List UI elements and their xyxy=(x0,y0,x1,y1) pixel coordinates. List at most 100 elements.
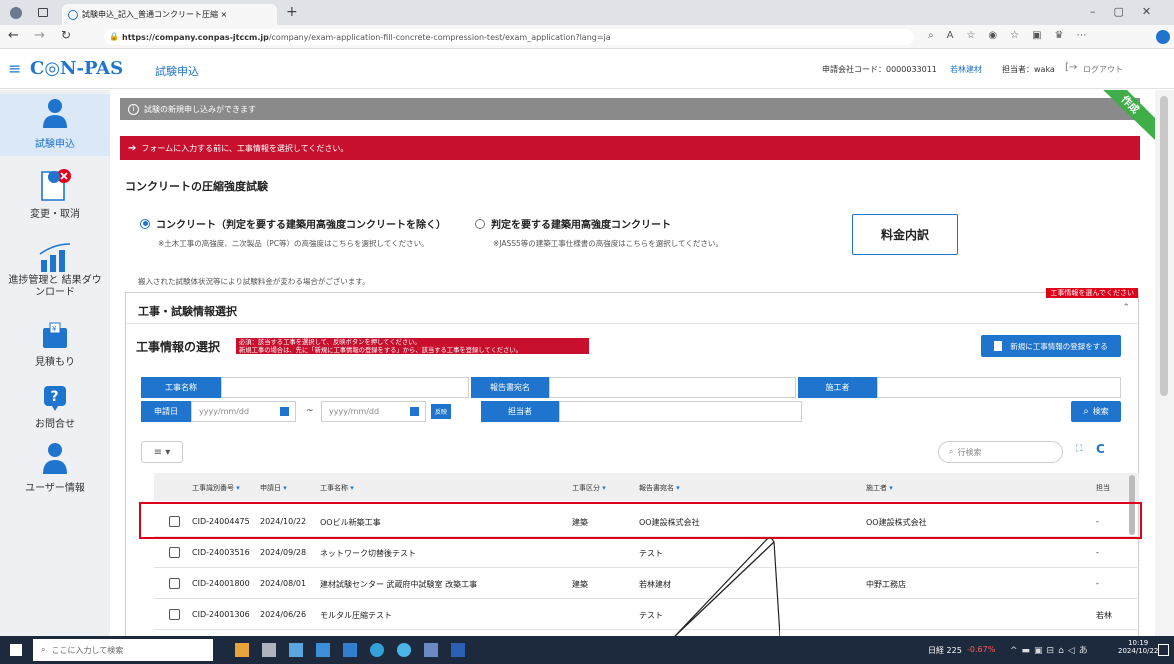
company-code: 申請会社コード：0000033011 xyxy=(822,65,937,74)
panel-title: 工事・試験情報選択 xyxy=(138,305,237,318)
logout-icon[interactable]: [→ xyxy=(1065,62,1077,73)
radio-option-concrete[interactable]: コンクリート（判定を要する建築用高強度コンクリートを除く） xyxy=(140,216,446,231)
file-explorer-icon[interactable] xyxy=(235,643,249,657)
radio-option-high-strength[interactable]: 判定を要する建築用高強度コンクリート xyxy=(475,216,671,231)
notification-icon[interactable] xyxy=(1158,644,1169,656)
app-header: ≡ C◎N-PAS 試験申込 申請会社コード：0000033011 若林建材 担… xyxy=(0,49,1174,89)
sidebar-item-label: ユーザー情報 xyxy=(25,483,85,494)
row-search-input[interactable]: ⌕ 行検索 xyxy=(938,441,1063,463)
sidebar-item-progress[interactable]: 進捗管理と 結果ダウンロード xyxy=(0,242,110,308)
info-icon: i xyxy=(128,103,139,115)
fee-breakdown-button[interactable]: 料金内訳 xyxy=(852,214,958,255)
back-icon[interactable]: ← xyxy=(8,28,19,43)
user-icon xyxy=(43,443,67,474)
stock-label[interactable]: 日経 225 xyxy=(928,645,962,656)
tab-favicon-icon xyxy=(68,9,78,20)
page-scrollbar[interactable] xyxy=(1155,90,1174,636)
scrollbar-thumb[interactable] xyxy=(1160,96,1168,396)
person-input[interactable] xyxy=(559,401,802,422)
window-controls[interactable]: –▢✕ xyxy=(1090,5,1169,18)
sidebar-item-label: お問合せ xyxy=(35,419,75,430)
cell-id: CID-24003516 xyxy=(192,548,250,557)
col-header-date[interactable]: 申請日 ▾ xyxy=(260,483,287,493)
cell-name: モルタル圧縮テスト xyxy=(320,611,392,620)
cell-report: テスト xyxy=(639,611,663,620)
table-row[interactable]: CID-24003516 2024/09/28 ネットワーク切替後テスト テスト… xyxy=(154,537,1139,568)
fee-notice: 搬入された試験体状況等により試験料金が変わる場合がございます。 xyxy=(138,277,370,286)
edge-icon[interactable] xyxy=(370,643,384,657)
app-icon[interactable] xyxy=(424,643,438,657)
tab-actions-icon[interactable] xyxy=(38,8,48,17)
menu-icon[interactable]: ≡ xyxy=(8,59,21,78)
url-field[interactable]: 🔒 https://company.conpas-jtccm.jp/compan… xyxy=(104,29,914,45)
browser-toolbar-icons[interactable]: ⌕A☆◉☆▣♛⋯ xyxy=(928,30,1100,41)
company-name[interactable]: 若林建材 xyxy=(950,64,982,75)
cell-person: 若林 xyxy=(1096,611,1112,620)
search-icon: ⌕ xyxy=(949,447,954,456)
row-checkbox[interactable] xyxy=(169,578,180,589)
table-row[interactable]: CID-24001306 2024/06/26 モルタル圧縮テスト テスト 若林 xyxy=(154,599,1139,630)
project-name-input[interactable] xyxy=(221,377,469,398)
sidebar-item-user[interactable]: ユーザー情報 xyxy=(0,442,110,502)
column-menu-button[interactable]: ≡ ▾ xyxy=(141,441,183,463)
new-project-button[interactable]: 新規に工事情報の登録をする xyxy=(981,335,1121,357)
section-title: コンクリートの圧縮強度試験 xyxy=(125,180,268,193)
collapse-icon[interactable]: ⌃ xyxy=(1122,303,1130,313)
panel-badge: 工事情報を選んでください xyxy=(1046,288,1138,298)
forward-icon[interactable]: → xyxy=(34,28,45,43)
row-checkbox[interactable] xyxy=(169,609,180,620)
row-checkbox[interactable] xyxy=(169,547,180,558)
sidebar-item-application[interactable]: 試験申込 xyxy=(0,94,110,156)
clock[interactable]: 10:19 2024/10/22 xyxy=(1118,639,1158,655)
logout-link[interactable]: ログアウト xyxy=(1083,64,1123,75)
date-from-input[interactable]: yyyy/mm/dd xyxy=(191,401,296,422)
refresh-icon[interactable]: C xyxy=(1096,442,1105,456)
apply-button[interactable]: 反映 xyxy=(431,404,451,419)
new-tab-icon[interactable]: + xyxy=(286,4,298,20)
calendar-icon[interactable] xyxy=(410,407,419,416)
cell-contractor: 中野工務店 xyxy=(866,580,906,589)
select-title: 工事情報の選択 xyxy=(136,340,221,354)
windows-start-icon[interactable] xyxy=(10,644,22,656)
col-header-id[interactable]: 工事識別番号 ▾ xyxy=(192,483,240,493)
taskbar-search-placeholder: ここに入力して検索 xyxy=(51,645,124,655)
table-header: 工事識別番号 ▾ 申請日 ▾ 工事名称 ▾ 工事区分 ▾ 報告書宛名 ▾ 施工者… xyxy=(154,473,1139,501)
sidebar-item-label: 試験申込 xyxy=(35,139,75,150)
chart-icon xyxy=(39,243,71,272)
sidebar-item-change-cancel[interactable]: 変更・取消 xyxy=(0,168,110,230)
col-header-name[interactable]: 工事名称 ▾ xyxy=(320,483,354,493)
ribbon-badge: 作成 xyxy=(1103,90,1155,140)
calendar-icon[interactable] xyxy=(280,407,289,416)
taskbar-search[interactable]: ⌕ ここに入力して検索 xyxy=(33,639,213,661)
sidebar-item-contact[interactable]: ? お問合せ xyxy=(0,384,110,440)
col-header-contractor[interactable]: 施工者 ▾ xyxy=(866,483,893,493)
estimate-icon: ¥ xyxy=(43,322,67,348)
search-button[interactable]: ⌕ 検索 xyxy=(1071,401,1121,422)
sidebar: 試験申込 変更・取消 進捗管理と 結果ダウンロード ¥ 見積もり ? お問合せ … xyxy=(0,90,110,636)
report-name-input[interactable] xyxy=(549,377,796,398)
outlook-icon[interactable] xyxy=(343,643,357,657)
logo[interactable]: C◎N-PAS xyxy=(30,58,123,79)
browser-icon[interactable] xyxy=(397,643,411,657)
col-header-kind[interactable]: 工事区分 ▾ xyxy=(572,483,606,493)
col-header-report[interactable]: 報告書宛名 ▾ xyxy=(639,483,680,493)
contractor-input[interactable] xyxy=(877,377,1121,398)
svg-text:¥: ¥ xyxy=(52,325,57,333)
copilot-icon[interactable] xyxy=(1156,30,1170,44)
mail-icon[interactable] xyxy=(316,643,330,657)
date-to-input[interactable]: yyyy/mm/dd xyxy=(321,401,426,422)
browser-tab-bar: 試験申込_記入_普通コンクリート圧縮 × + –▢✕ xyxy=(0,0,1174,25)
store-icon[interactable] xyxy=(289,643,303,657)
row-search-placeholder: 行検索 xyxy=(957,447,982,457)
radio-unselected-icon xyxy=(475,218,485,229)
task-view-icon[interactable] xyxy=(262,643,276,657)
profile-icon[interactable] xyxy=(10,7,22,19)
table-row[interactable]: CID-24001800 2024/08/01 建材試験センター 武蔵府中試験室… xyxy=(154,568,1139,599)
system-tray-icons[interactable]: ^▬▣⊟⌂◁あ xyxy=(1010,643,1092,656)
fullscreen-icon[interactable]: ⛶ xyxy=(1076,444,1082,454)
col-header-person[interactable]: 担当 xyxy=(1096,483,1110,493)
sidebar-item-estimate[interactable]: ¥ 見積もり xyxy=(0,322,110,378)
reload-icon[interactable]: ↻ xyxy=(61,28,71,42)
word-icon[interactable] xyxy=(451,643,465,657)
browser-tab[interactable]: 試験申込_記入_普通コンクリート圧縮 × xyxy=(62,4,277,25)
